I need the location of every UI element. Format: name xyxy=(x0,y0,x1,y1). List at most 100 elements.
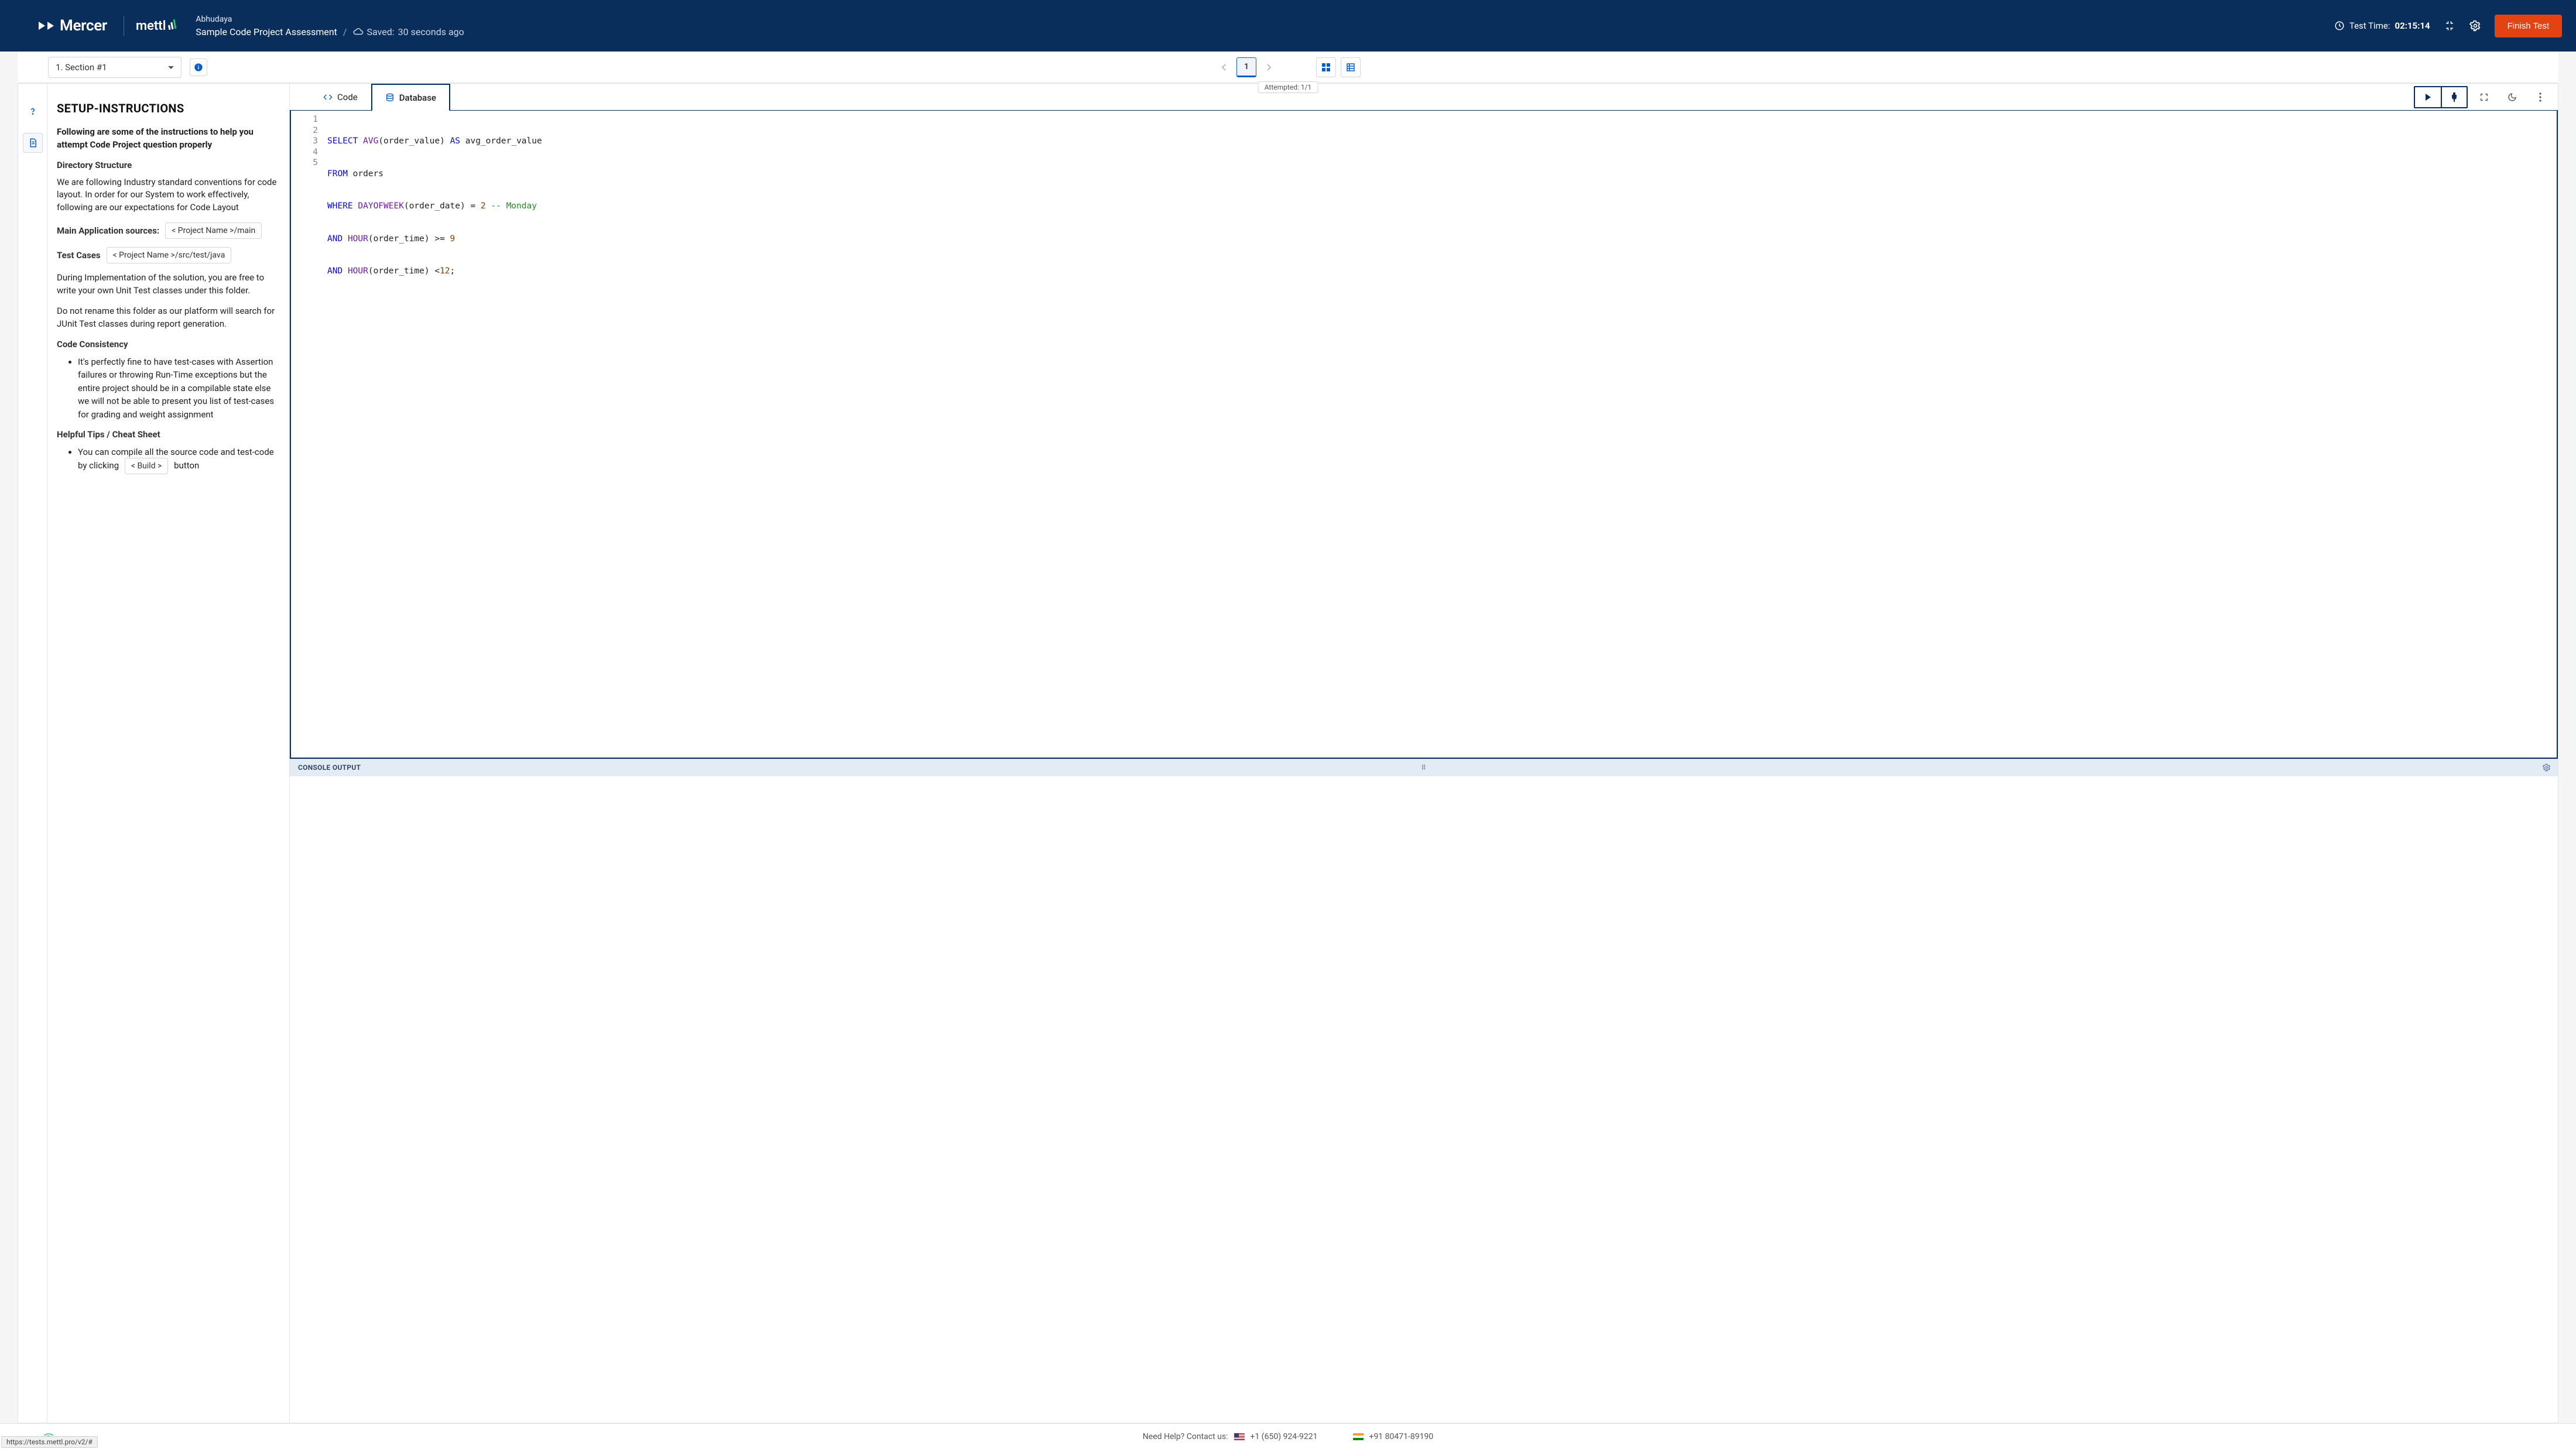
fullscreen-button[interactable] xyxy=(2472,87,2496,107)
document-icon xyxy=(28,138,38,148)
code-editor[interactable]: 1 2 3 4 5 SELECT AVG(order_value) AS avg… xyxy=(290,111,2558,759)
build-box: < Build > xyxy=(125,458,169,474)
user-name: Abhudaya xyxy=(196,15,464,24)
prev-question-button[interactable] xyxy=(1215,57,1233,77)
tips-item: You can compile all the source code and … xyxy=(78,446,279,472)
assessment-name: Sample Code Project Assessment xyxy=(196,26,337,37)
clock-icon xyxy=(2334,20,2345,31)
in-phone: +91 80471-89190 xyxy=(1369,1432,1434,1441)
topbar-right: Test Time: 02:15:14 Finish Test xyxy=(2334,15,2562,37)
expand-icon xyxy=(2479,93,2489,102)
us-phone: +1 (650) 924-9221 xyxy=(1251,1432,1318,1441)
moon-icon xyxy=(2508,93,2517,102)
left-rail xyxy=(18,83,47,1423)
mercer-logo: Mercer xyxy=(37,17,107,35)
question-icon xyxy=(28,106,38,117)
logo-area: Mercer mettl xyxy=(37,16,176,36)
instructions-panel[interactable]: SETUP-INSTRUCTIONS Following are some of… xyxy=(47,83,289,1423)
finish-test-button[interactable]: Finish Test xyxy=(2495,15,2562,37)
connect-button[interactable] xyxy=(2441,87,2467,107)
attempted-badge: Attempted: 1/1 xyxy=(1258,81,1318,93)
line-num: 1 xyxy=(291,114,318,125)
plug-icon xyxy=(2450,93,2458,102)
console-settings-button[interactable] xyxy=(2543,763,2551,772)
separator: / xyxy=(343,26,347,37)
tips-post: button xyxy=(174,460,199,471)
kebab-icon xyxy=(2539,93,2541,102)
mercer-mark-icon xyxy=(37,19,55,32)
cloud-icon xyxy=(353,26,364,37)
line-num: 4 xyxy=(291,147,318,158)
console-label: CONSOLE OUTPUT xyxy=(298,763,361,772)
instructions-rail-button[interactable] xyxy=(23,133,43,153)
grid-icon xyxy=(1322,63,1330,71)
test-cases-path: < Project Name >/src/test/java xyxy=(107,247,232,263)
tab-database[interactable]: Database xyxy=(371,84,450,111)
tab-code-label: Code xyxy=(337,92,358,102)
main-src-path: < Project Name >/main xyxy=(165,222,262,239)
main-area: SETUP-INSTRUCTIONS Following are some of… xyxy=(18,83,2558,1423)
mettl-bars-icon xyxy=(167,19,177,30)
cc-item: It's perfectly fine to have test-cases w… xyxy=(78,355,279,422)
dir-heading: Directory Structure xyxy=(57,160,279,170)
test-time: Test Time: 02:15:14 xyxy=(2334,20,2430,31)
impl-text: During Implementation of the solution, y… xyxy=(57,272,279,297)
top-bar: Mercer mettl Abhudaya Sample Code Projec… xyxy=(0,0,2576,52)
question-number-button[interactable]: 1 xyxy=(1236,57,1256,77)
line-gutter: 1 2 3 4 5 xyxy=(291,111,325,758)
mercer-text: Mercer xyxy=(60,17,107,35)
gear-icon xyxy=(2469,20,2481,32)
tips-heading: Helpful Tips / Cheat Sheet xyxy=(57,429,279,440)
section-info-button[interactable] xyxy=(190,59,207,76)
saved-time: 30 seconds ago xyxy=(398,26,464,37)
editor-header: Code Database xyxy=(290,84,2558,111)
help-rail-button[interactable] xyxy=(23,101,43,121)
line-num: 2 xyxy=(291,125,318,136)
editor-panel: Code Database xyxy=(289,83,2558,1423)
drag-handle-icon[interactable]: ⠿ xyxy=(1421,764,1426,772)
more-button[interactable] xyxy=(2529,87,2552,107)
footer: Need Help? Contact us: +1 (650) 924-9221… xyxy=(0,1423,2576,1449)
chevron-left-icon xyxy=(1221,63,1227,71)
main-src-label: Main Application sources: xyxy=(57,225,159,236)
setup-title: SETUP-INSTRUCTIONS xyxy=(57,101,279,115)
list-icon xyxy=(1347,63,1355,71)
database-icon xyxy=(385,93,395,102)
test-time-label: Test Time: xyxy=(2349,20,2390,31)
next-question-button[interactable] xyxy=(1260,57,1277,77)
theme-button[interactable] xyxy=(2500,87,2524,107)
question-nav: 1 xyxy=(1215,57,1361,77)
saved-prefix: Saved: xyxy=(367,26,395,37)
console-output xyxy=(290,776,2558,1423)
us-flag-icon xyxy=(1234,1433,1245,1440)
line-num: 5 xyxy=(291,157,318,169)
gear-icon xyxy=(2543,763,2551,772)
sub-bar: 1. Section #1 1 Attempted: 1/1 xyxy=(18,52,2558,83)
code-content[interactable]: SELECT AVG(order_value) AS avg_order_val… xyxy=(325,111,2557,758)
info-icon xyxy=(194,63,203,72)
play-icon xyxy=(2424,93,2432,101)
run-button[interactable] xyxy=(2415,87,2441,107)
grid-view-button[interactable] xyxy=(1316,57,1336,77)
console-header[interactable]: CONSOLE OUTPUT ⠿ xyxy=(290,759,2558,776)
saved-status: Saved: 30 seconds ago xyxy=(353,26,464,37)
test-time-value: 02:15:14 xyxy=(2395,20,2430,31)
tab-database-label: Database xyxy=(399,93,436,103)
dir-text: We are following Industry standard conve… xyxy=(57,176,279,214)
settings-button[interactable] xyxy=(2469,19,2482,32)
assessment-info: Abhudaya Sample Code Project Assessment … xyxy=(196,15,464,37)
rename-text: Do not rename this folder as our platfor… xyxy=(57,305,279,331)
chevron-right-icon xyxy=(1266,63,1272,71)
india-flag-icon xyxy=(1353,1433,1364,1440)
section-dropdown[interactable]: 1. Section #1 xyxy=(48,57,181,78)
intro-text: Following are some of the instructions t… xyxy=(57,126,279,152)
mettl-logo: mettl xyxy=(136,19,176,33)
cc-heading: Code Consistency xyxy=(57,339,279,350)
code-icon xyxy=(323,93,333,102)
tab-code[interactable]: Code xyxy=(310,84,371,110)
line-num: 3 xyxy=(291,136,318,147)
test-cases-label: Test Cases xyxy=(57,250,101,261)
list-view-button[interactable] xyxy=(1341,57,1361,77)
exit-fullscreen-button[interactable] xyxy=(2443,19,2456,32)
mettl-text: mettl xyxy=(136,19,166,33)
